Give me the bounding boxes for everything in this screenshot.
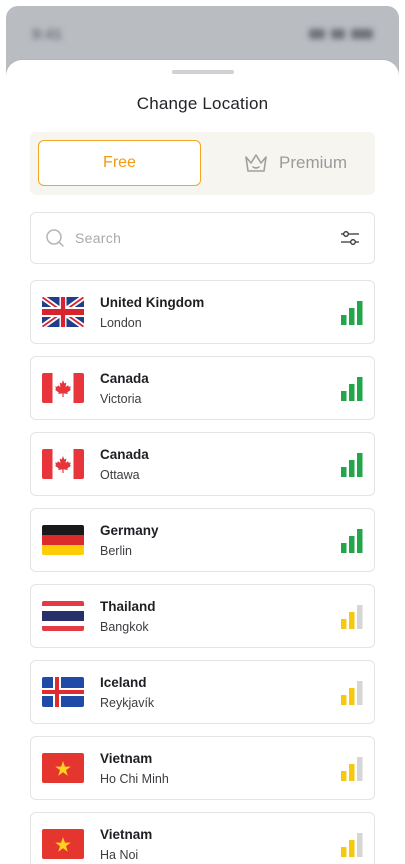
signal-bar	[349, 612, 355, 629]
signal-bar	[341, 391, 347, 401]
canada-flag-icon	[42, 373, 84, 403]
vietnam-flag-icon	[42, 829, 84, 859]
search-input[interactable]	[73, 229, 340, 247]
signal-bar	[357, 605, 363, 629]
signal-bar	[341, 467, 347, 477]
tab-free-label: Free	[103, 154, 136, 171]
search-bar	[30, 212, 375, 264]
signal-bar	[357, 453, 363, 477]
location-country: Thailand	[100, 599, 156, 614]
status-bar: 9:41	[6, 6, 399, 62]
plan-tabs: Free Premium	[30, 132, 375, 195]
iceland-flag-icon	[42, 677, 84, 707]
signal-bar	[349, 764, 355, 781]
status-time: 9:41	[32, 25, 63, 43]
crown-icon	[245, 154, 267, 172]
location-country: Germany	[100, 523, 159, 538]
signal-bar	[349, 460, 355, 477]
canada-flag-icon	[42, 449, 84, 479]
signal-bar	[349, 840, 355, 857]
screen: 9:41 Change Location Free Premium Search…	[0, 0, 405, 864]
signal-bar	[341, 543, 347, 553]
location-city: Reykjavík	[100, 696, 155, 710]
signal-strength-icon	[341, 527, 363, 553]
sheet-title: Change Location	[136, 94, 269, 113]
vietnam-flag-icon	[42, 753, 84, 783]
signal-bar	[357, 681, 363, 705]
wifi-icon	[331, 29, 345, 39]
location-city: Ho Chi Minh	[100, 772, 169, 786]
signal-bar	[357, 833, 363, 857]
location-row[interactable]: Canada Victoria	[30, 356, 375, 420]
location-row[interactable]: Vietnam Ha Noi	[30, 812, 375, 864]
signal-strength-icon	[341, 375, 363, 401]
signal-strength-icon	[341, 831, 363, 857]
signal-bar	[341, 847, 347, 857]
location-country: United Kingdom	[100, 295, 205, 310]
signal-bar	[357, 757, 363, 781]
filter-icon[interactable]	[340, 228, 360, 248]
sheet-grabber[interactable]	[171, 70, 234, 74]
location-row[interactable]: United Kingdom London	[30, 280, 375, 344]
signal-strength-icon	[341, 603, 363, 629]
location-city: Berlin	[100, 544, 132, 558]
signal-bar	[349, 308, 355, 325]
signal-bar	[341, 695, 347, 705]
location-bottom-sheet: Change Location Free Premium Search Unit…	[6, 60, 399, 864]
signal-bar	[349, 384, 355, 401]
tab-free[interactable]: Free	[38, 140, 201, 186]
signal-bar	[349, 688, 355, 705]
location-country: Canada	[100, 371, 149, 386]
signal-strength-icon	[341, 299, 363, 325]
location-city: Victoria	[100, 392, 142, 406]
signal-bar	[357, 377, 363, 401]
location-row[interactable]: Germany Berlin	[30, 508, 375, 572]
battery-icon	[351, 29, 373, 39]
location-city: London	[100, 316, 142, 330]
location-country: Canada	[100, 447, 149, 462]
signal-bar	[357, 301, 363, 325]
location-city: Ha Noi	[100, 848, 139, 862]
signal-bar	[341, 315, 347, 325]
signal-bar	[341, 619, 347, 629]
location-city: Bangkok	[100, 620, 149, 634]
signal-bar	[357, 529, 363, 553]
location-row[interactable]: Vietnam Ho Chi Minh	[30, 736, 375, 800]
signal-strength-icon	[341, 451, 363, 477]
location-country: Vietnam	[100, 751, 153, 766]
tab-premium[interactable]: Premium	[220, 140, 370, 186]
uk-flag-icon	[42, 297, 84, 327]
location-country: Iceland	[100, 675, 147, 690]
thailand-flag-icon	[42, 601, 84, 631]
status-icons	[309, 29, 373, 39]
location-city: Ottawa	[100, 468, 140, 482]
signal-strength-icon	[341, 755, 363, 781]
germany-flag-icon	[42, 525, 84, 555]
location-row[interactable]: Iceland Reykjavík	[30, 660, 375, 724]
location-row[interactable]: Thailand Bangkok	[30, 584, 375, 648]
search-icon	[46, 229, 64, 247]
signal-bar	[349, 536, 355, 553]
signal-bar	[341, 771, 347, 781]
tab-premium-label: Premium	[278, 153, 347, 172]
location-country: Vietnam	[100, 827, 153, 842]
signal-strength-icon	[341, 679, 363, 705]
cellular-signal-icon	[309, 29, 325, 39]
location-row[interactable]: Canada Ottawa	[30, 432, 375, 496]
